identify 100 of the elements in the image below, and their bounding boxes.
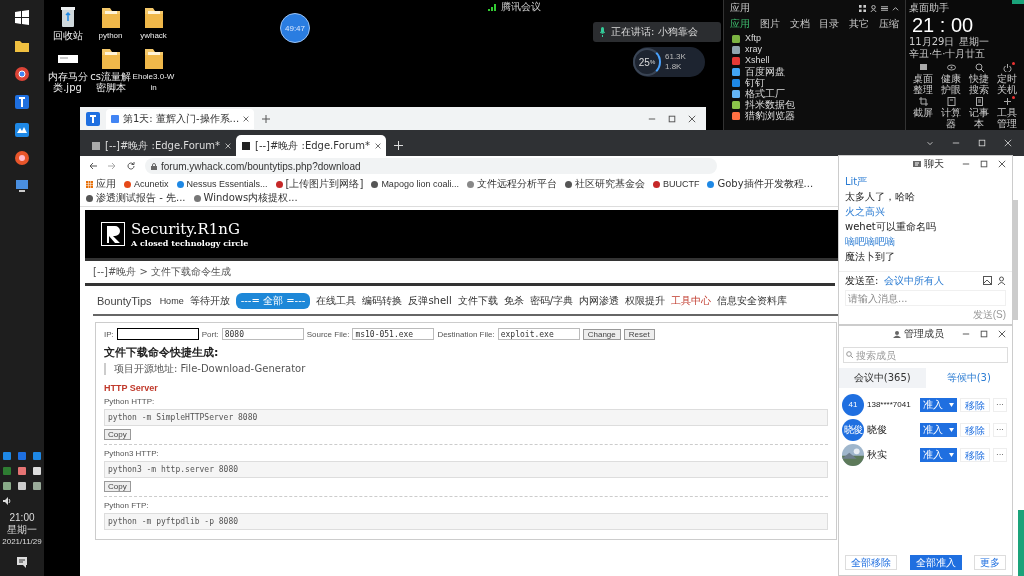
browser-tab[interactable]: 第1天: 董辉入门-操作系... bbox=[106, 109, 255, 129]
address-bar[interactable]: forum.ywhack.com/bountytips.php?download bbox=[145, 158, 717, 174]
icon-label[interactable]: cs流量解密脚本 bbox=[89, 71, 132, 93]
admit-button[interactable]: 准入 bbox=[920, 397, 957, 412]
bookmark[interactable]: Goby插件开发教程... bbox=[707, 177, 814, 191]
tool-label[interactable]: 定时关机 bbox=[997, 73, 1017, 95]
app-name[interactable]: 格式工厂 bbox=[745, 88, 785, 99]
more-button[interactable]: ··· bbox=[993, 447, 1007, 462]
app-name[interactable]: 百度网盘 bbox=[745, 66, 785, 77]
nav-link[interactable]: Home bbox=[159, 296, 184, 306]
remove-button[interactable]: 移除 bbox=[960, 447, 990, 462]
browser-tab[interactable]: [--]#晚舟 :Edge.Forum* bbox=[86, 135, 236, 156]
code-block: python3 -m http.server 8080 bbox=[104, 461, 828, 478]
remove-button[interactable]: 移除 bbox=[960, 422, 990, 437]
nav-link[interactable]: 编码转换 bbox=[362, 294, 403, 308]
tool-label[interactable]: 截屏 bbox=[913, 107, 933, 118]
icon-label[interactable]: Ehole3.0-Win bbox=[132, 71, 175, 93]
input-field[interactable]: ms10-051.exe bbox=[352, 328, 435, 340]
app-name[interactable]: 猎豹浏览器 bbox=[745, 110, 795, 121]
bookmark[interactable]: Nessus Essentials... bbox=[176, 177, 268, 191]
field-label: Port: bbox=[201, 329, 219, 339]
panel-tab[interactable]: 应用 bbox=[730, 17, 750, 31]
recipient-dropdown[interactable]: 会议中所有人 bbox=[884, 274, 945, 288]
bookmark[interactable]: 社区研究基金会 bbox=[564, 177, 645, 191]
nav-link[interactable]: 信息安全资料库 bbox=[717, 294, 788, 308]
field-label: IP: bbox=[104, 329, 114, 339]
bookmark[interactable]: 渗透测试报告 - 先... bbox=[86, 191, 186, 205]
tool-label[interactable]: 桌面整理 bbox=[913, 73, 933, 95]
icon-label[interactable]: ywhack bbox=[132, 30, 175, 41]
bookmark[interactable]: BUUCTF bbox=[652, 177, 700, 191]
meeting-timer: 49:47 bbox=[280, 13, 310, 43]
more-button[interactable]: ··· bbox=[993, 397, 1007, 412]
taskbar-time[interactable]: 21:00 bbox=[9, 512, 35, 524]
more-button[interactable]: ··· bbox=[993, 422, 1007, 437]
taskbar-weekday[interactable]: 星期一 bbox=[7, 524, 37, 536]
site-brand[interactable]: BountyTips bbox=[97, 295, 152, 307]
code-block: python -m pyftpdlib -p 8080 bbox=[104, 513, 828, 530]
app-name[interactable]: 钉钉 bbox=[745, 77, 765, 88]
category-dropdown[interactable]: ---= 全部 =--- bbox=[235, 293, 311, 309]
bookmark[interactable]: 文件远程分析平台 bbox=[466, 177, 557, 191]
panel-tab[interactable]: 压缩 bbox=[879, 17, 899, 31]
members-tab[interactable]: 会议中(365) bbox=[839, 368, 926, 388]
breadcrumb: [--]#晚舟 > 文件下载命令生成 bbox=[85, 261, 835, 286]
avatar: 晓俊 bbox=[842, 418, 864, 441]
app-name[interactable]: xray bbox=[745, 44, 762, 55]
admit-button[interactable]: 准入 bbox=[920, 447, 957, 462]
bookmark[interactable]: Windows内核提权... bbox=[193, 191, 298, 205]
nav-link[interactable]: 等待开放 bbox=[189, 294, 230, 308]
tool-label[interactable]: 计算器 bbox=[941, 107, 961, 129]
bookmark[interactable]: Acunetix bbox=[124, 177, 169, 191]
nav-link[interactable]: 在线工具 bbox=[316, 294, 357, 308]
panel-tab[interactable]: 其它 bbox=[849, 17, 870, 31]
form-button[interactable]: Reset bbox=[623, 328, 655, 340]
icon-label[interactable]: 内存马分类.jpg bbox=[46, 71, 89, 93]
nav-link[interactable]: 免杀 bbox=[503, 294, 524, 308]
lunar-date: 辛丑·牛·十月廿五 bbox=[909, 48, 987, 60]
app-name[interactable]: Xftp bbox=[745, 33, 761, 44]
bookmark[interactable]: 应用 bbox=[86, 177, 116, 191]
message-input[interactable]: 请输入消息... bbox=[845, 290, 1006, 306]
app-name[interactable]: 抖米数据包 bbox=[745, 99, 795, 110]
nav-link[interactable]: 文件下载 bbox=[457, 294, 498, 308]
tool-label[interactable]: 快捷搜索 bbox=[969, 73, 989, 95]
window-title: 管理成员 bbox=[904, 327, 944, 341]
panel-tab[interactable]: 目录 bbox=[819, 17, 840, 31]
send-to-label: 发送至: bbox=[845, 274, 879, 288]
tool-label[interactable]: 记事本 bbox=[969, 107, 989, 129]
copy-button[interactable]: Copy bbox=[104, 481, 131, 492]
nav-link[interactable]: 工具中心 bbox=[671, 294, 712, 308]
bookmark[interactable]: Mapogo lion coali... bbox=[371, 177, 459, 191]
input-field[interactable]: 8080 bbox=[221, 328, 304, 340]
tool-label[interactable]: 工具管理 bbox=[997, 107, 1017, 129]
panel-tab[interactable]: 图片 bbox=[759, 17, 780, 31]
nav-link[interactable]: 密码/字典 bbox=[529, 294, 574, 308]
panel-title: 桌面助手 bbox=[909, 2, 950, 13]
footer-button[interactable]: 更多 bbox=[974, 555, 1006, 570]
admit-button[interactable]: 准入 bbox=[920, 422, 957, 437]
tool-label[interactable]: 健康护眼 bbox=[941, 73, 961, 95]
footer-button[interactable]: 全部移除 bbox=[845, 555, 897, 570]
app-name[interactable]: Xshell bbox=[745, 55, 770, 66]
member-name: 秋实 bbox=[867, 447, 888, 462]
search-field[interactable]: 搜索成员 bbox=[843, 347, 1008, 363]
panel-tab[interactable]: 文档 bbox=[789, 17, 810, 31]
icon-label[interactable]: 回收站 bbox=[46, 30, 89, 41]
browser-tab[interactable]: [--]#晚舟 :Edge.Forum* bbox=[236, 135, 386, 156]
nav-link[interactable]: 权限提升 bbox=[625, 294, 666, 308]
copy-button[interactable]: Copy bbox=[104, 429, 131, 440]
chat-message: 太多人了，哈哈 bbox=[845, 190, 916, 203]
footer-button[interactable]: 全部准入 bbox=[909, 555, 962, 570]
sender-name: 嘀吧嘀吧嘀 bbox=[845, 235, 896, 248]
taskbar-date[interactable]: 2021/11/29 bbox=[2, 536, 42, 548]
bookmark[interactable]: [上传图片到网络] bbox=[275, 177, 364, 191]
form-button[interactable]: Change bbox=[582, 328, 621, 340]
input-field[interactable]: exploit.exe bbox=[497, 328, 580, 340]
date-text: 11月29日 bbox=[909, 36, 955, 48]
remove-button[interactable]: 移除 bbox=[960, 397, 990, 412]
nav-link[interactable]: 内网渗透 bbox=[579, 294, 620, 308]
member-name: 晓俊 bbox=[867, 422, 888, 437]
field-label: Destination File: bbox=[437, 329, 495, 339]
icon-label[interactable]: python bbox=[89, 30, 132, 41]
nav-link[interactable]: 反弹shell bbox=[408, 294, 452, 308]
